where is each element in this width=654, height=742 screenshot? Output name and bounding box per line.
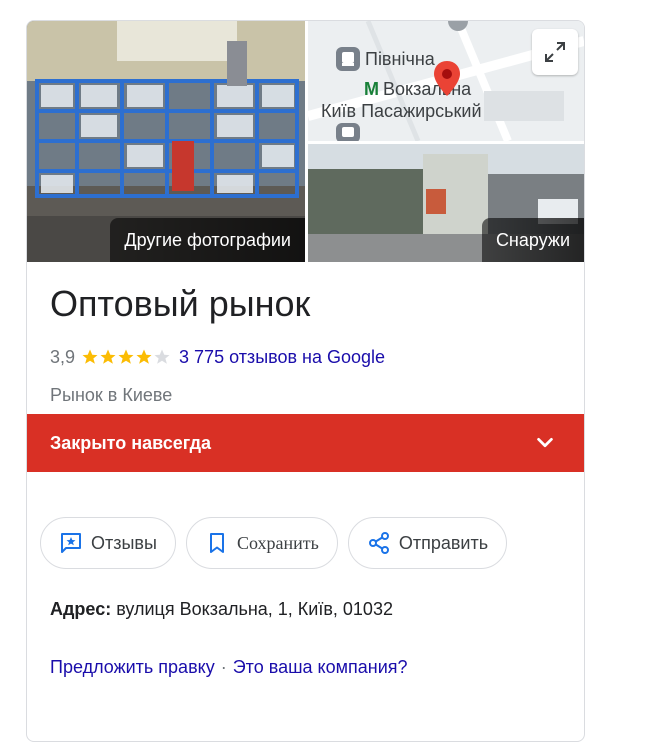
star-filled-icon (136, 349, 152, 364)
reviews-button[interactable]: Отзывы (40, 517, 176, 569)
place-title: Оптовый рынок (50, 283, 311, 324)
share-button[interactable]: Отправить (347, 517, 508, 569)
action-buttons: Отзывы Сохранить Отправить (40, 517, 517, 569)
star-filled-icon (100, 349, 116, 364)
place-category: Рынок в Киеве (50, 385, 173, 405)
map-label-north: Північна (365, 49, 436, 69)
own-business-link[interactable]: Это ваша компания? (233, 657, 408, 677)
knowledge-panel: Другие фотографии Північна M Вокзальна К… (26, 20, 585, 742)
address-label: Адрес: (50, 599, 112, 619)
photo-gallery: Другие фотографии Північна M Вокзальна К… (27, 21, 584, 262)
train-station-icon-2 (336, 123, 360, 141)
outside-photo[interactable]: Снаружи (308, 144, 584, 262)
link-separator: · (220, 657, 227, 677)
footer-links: Предложить правку · Это ваша компания? (50, 657, 408, 678)
save-button[interactable]: Сохранить (185, 517, 338, 569)
closed-status-text: Закрыто навсегда (50, 432, 212, 453)
map-label-station: Вокзальна (383, 79, 472, 99)
reviews-button-label: Отзывы (91, 532, 157, 553)
share-button-label: Отправить (398, 532, 489, 553)
save-button-label: Сохранить (236, 532, 319, 553)
map-thumbnail[interactable]: Північна M Вокзальна Київ Пасажирський (308, 21, 584, 141)
review-icon (61, 533, 81, 553)
main-photo[interactable]: Другие фотографии (27, 21, 305, 262)
more-photos-label: Другие фотографии (110, 218, 305, 262)
rating-row: 3,9 3 775 отзывов на Google (50, 345, 385, 369)
share-icon (368, 532, 389, 554)
star-empty-icon (154, 349, 170, 364)
reviews-count-link[interactable]: 3 775 отзывов на Google (179, 347, 385, 368)
expand-map-button[interactable] (532, 29, 578, 75)
star-filled-icon (82, 349, 98, 364)
map-label-passenger: Київ Пасажирський (321, 101, 482, 121)
address-row: Адрес: вулиця Вокзальна, 1, Київ, 01032 (50, 599, 393, 620)
address-value: вулиця Вокзальна, 1, Київ, 01032 (116, 599, 393, 619)
permanently-closed-banner[interactable]: Закрыто навсегда (27, 414, 584, 472)
svg-text:M: M (364, 79, 379, 99)
bookmark-icon (209, 533, 224, 553)
star-filled-icon (118, 349, 134, 364)
rating-value: 3,9 (50, 346, 76, 367)
suggest-edit-link[interactable]: Предложить правку (50, 657, 215, 677)
outside-label: Снаружи (481, 218, 584, 262)
star-rating (81, 348, 171, 366)
expand-icon (545, 42, 565, 62)
train-station-icon (336, 47, 360, 71)
chevron-down-icon (537, 437, 553, 448)
